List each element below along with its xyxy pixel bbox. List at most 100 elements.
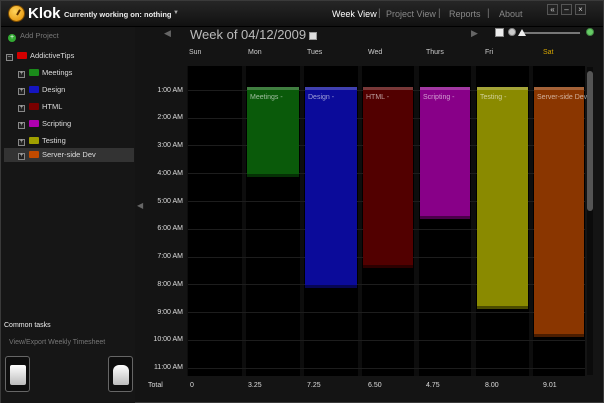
zoom-in-icon[interactable] bbox=[586, 28, 594, 36]
tree-item-server-side-dev[interactable]: + Server-side Dev bbox=[4, 148, 134, 162]
day-header-mon: Mon bbox=[248, 49, 262, 56]
total-value-wed: 6.50 bbox=[368, 382, 382, 389]
export-timesheet-link[interactable]: View/Export Weekly Timesheet bbox=[9, 339, 105, 346]
day-header-tues: Tues bbox=[307, 49, 323, 56]
time-entry-block[interactable]: Meetings - bbox=[247, 86, 299, 178]
time-entry-label: HTML - bbox=[366, 93, 390, 101]
tree-item-label: HTML bbox=[42, 102, 63, 111]
add-project-label: Add Project bbox=[20, 31, 59, 40]
time-label: 9:00 AM bbox=[157, 309, 183, 316]
chevron-down-icon[interactable]: ▼ bbox=[173, 10, 179, 16]
trash-icon[interactable] bbox=[108, 356, 133, 392]
total-value-sun: 0 bbox=[190, 382, 194, 389]
time-entry-label: Design - bbox=[308, 93, 335, 101]
tree-item-html[interactable]: + HTML bbox=[18, 100, 134, 114]
time-label: 2:00 AM bbox=[157, 114, 183, 121]
time-label: 8:00 AM bbox=[157, 281, 183, 288]
tree-item-label: AddictiveTips bbox=[30, 51, 75, 60]
export-box-icon[interactable] bbox=[5, 356, 30, 392]
tree-item-label: Server-side Dev bbox=[42, 150, 96, 159]
day-header-thurs: Thurs bbox=[426, 49, 444, 56]
nav-separator: | bbox=[487, 8, 490, 19]
hour-gridline bbox=[188, 367, 585, 369]
add-project-button[interactable]: + Add Project bbox=[8, 31, 59, 42]
common-tasks-heading: Common tasks bbox=[4, 322, 51, 329]
plus-icon: + bbox=[8, 34, 16, 42]
close-button[interactable]: × bbox=[575, 4, 586, 15]
tree-item-design[interactable]: + Design bbox=[18, 83, 134, 97]
folder-icon bbox=[29, 151, 39, 158]
time-label: 1:00 AM bbox=[157, 87, 183, 94]
tree-item-label: Meetings bbox=[42, 68, 73, 77]
week-label: Week of 04/12/2009 bbox=[190, 27, 307, 42]
tree-item-label: Scripting bbox=[42, 119, 72, 128]
expand-icon[interactable]: + bbox=[18, 88, 25, 95]
tree-item-root[interactable]: – AddictiveTips bbox=[6, 49, 134, 63]
day-column-sun[interactable] bbox=[188, 66, 242, 376]
tree-item-label: Design bbox=[42, 85, 66, 94]
time-label: 4:00 AM bbox=[157, 170, 183, 177]
collapse-window-button[interactable]: « bbox=[547, 4, 558, 15]
zoom-out-icon[interactable] bbox=[508, 28, 516, 36]
tab-week-view[interactable]: Week View bbox=[332, 9, 377, 19]
time-label: 10:00 AM bbox=[153, 336, 183, 343]
total-value-sat: 9.01 bbox=[543, 382, 557, 389]
day-header-fri: Fri bbox=[485, 49, 494, 56]
day-header-sun: Sun bbox=[189, 49, 202, 56]
time-entry-label: Server-side Dev bbox=[537, 93, 588, 101]
expand-icon[interactable]: + bbox=[18, 153, 25, 160]
expand-icon[interactable]: + bbox=[18, 105, 25, 112]
nav-separator: | bbox=[438, 8, 441, 19]
total-value-fri: 8.00 bbox=[485, 382, 499, 389]
folder-icon bbox=[29, 120, 39, 127]
previous-week-button[interactable]: ◀ bbox=[164, 28, 171, 39]
day-header-sat: Sat bbox=[543, 49, 554, 56]
expand-icon[interactable]: + bbox=[18, 139, 25, 146]
tab-reports[interactable]: Reports bbox=[449, 9, 481, 19]
trash-glyph bbox=[113, 365, 129, 385]
total-value-tues: 7.25 bbox=[307, 382, 321, 389]
box-glyph bbox=[10, 365, 26, 385]
tree-item-testing[interactable]: + Testing bbox=[18, 134, 134, 148]
time-label: 11:00 AM bbox=[153, 364, 183, 371]
tree-item-scripting[interactable]: + Scripting bbox=[18, 117, 134, 131]
calendar-icon[interactable] bbox=[309, 32, 317, 40]
minimize-button[interactable]: – bbox=[561, 4, 572, 15]
time-entry-label: Testing - bbox=[480, 93, 507, 101]
tree-item-meetings[interactable]: + Meetings bbox=[18, 66, 134, 80]
folder-icon bbox=[29, 86, 39, 93]
time-label: 7:00 AM bbox=[157, 253, 183, 260]
zoom-slider-thumb[interactable] bbox=[518, 29, 526, 36]
time-entry-label: Scripting - bbox=[423, 93, 455, 101]
fit-icon[interactable] bbox=[495, 28, 504, 37]
time-entry-block[interactable]: Design - bbox=[305, 86, 357, 289]
tab-project-view[interactable]: Project View bbox=[386, 9, 436, 19]
next-week-button[interactable]: ▶ bbox=[471, 28, 478, 39]
day-header-wed: Wed bbox=[368, 49, 383, 56]
expand-icon[interactable]: + bbox=[18, 71, 25, 78]
time-label: 6:00 AM bbox=[157, 225, 183, 232]
time-label: 5:00 AM bbox=[157, 198, 183, 205]
folder-icon bbox=[29, 103, 39, 110]
zoom-slider[interactable] bbox=[520, 32, 580, 34]
hour-gridline bbox=[188, 312, 585, 314]
klok-clock-icon bbox=[8, 5, 25, 22]
total-value-mon: 3.25 bbox=[248, 382, 262, 389]
tree-item-label: Testing bbox=[42, 136, 66, 145]
working-status[interactable]: Currently working on: nothing bbox=[64, 10, 172, 19]
folder-icon bbox=[17, 52, 27, 59]
nav-separator: | bbox=[378, 8, 381, 19]
zoom-control bbox=[495, 28, 600, 38]
collapse-icon[interactable]: – bbox=[6, 54, 13, 61]
expand-icon[interactable]: + bbox=[18, 122, 25, 129]
tab-about[interactable]: About bbox=[499, 9, 523, 19]
time-entry-block[interactable]: Scripting - bbox=[420, 86, 470, 219]
time-entry-block[interactable]: Server-side Dev bbox=[534, 86, 588, 338]
total-value-thurs: 4.75 bbox=[426, 382, 440, 389]
hour-gridline bbox=[188, 340, 585, 341]
time-entry-block[interactable]: Testing - bbox=[477, 86, 528, 310]
folder-icon bbox=[29, 69, 39, 76]
folder-icon bbox=[29, 137, 39, 144]
time-entry-block[interactable]: HTML - bbox=[363, 86, 413, 268]
scrollbar-thumb[interactable] bbox=[587, 71, 593, 211]
